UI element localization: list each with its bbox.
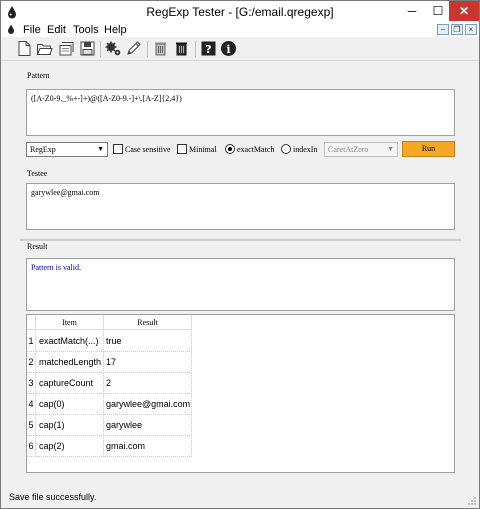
testee-input[interactable]: garywlee@gmai.com (26, 183, 455, 230)
splitter-handle[interactable] (20, 238, 461, 241)
column-header-result[interactable]: Result (104, 315, 192, 330)
case-sensitive-checkbox[interactable] (113, 144, 123, 154)
mdi-close-button[interactable]: × (465, 24, 477, 35)
table-row[interactable]: 2 matchedLength 17 (27, 352, 197, 373)
info-icon[interactable]: i (220, 40, 237, 57)
delete-icon[interactable] (152, 40, 169, 57)
syntax-select-value: RegExp (30, 145, 56, 154)
open-file-icon[interactable] (58, 40, 75, 57)
pattern-input[interactable]: ([A-Z0-9._%+-]+)@([A-Z0-9.-]+\.[A-Z]{2,4… (26, 89, 455, 136)
result-table[interactable]: Item Result 1 exactMatch(...) true 2 mat… (26, 314, 455, 473)
status-bar: Save file successfully. (1, 488, 479, 508)
menu-file[interactable]: File (23, 23, 41, 37)
toolbar: ? i (1, 37, 479, 61)
testee-label: Testee (27, 169, 48, 178)
row-number: 5 (27, 415, 36, 436)
menu-tools[interactable]: Tools (73, 23, 99, 37)
trash-icon[interactable] (173, 40, 190, 57)
result-cell: garywlee@gmai.com (104, 394, 192, 415)
chevron-down-icon: ▼ (97, 145, 104, 153)
maximize-button[interactable]: ☐ (425, 1, 451, 21)
toolbar-separator (147, 41, 148, 57)
chevron-down-icon: ▼ (387, 145, 394, 153)
item-cell: cap(2) (36, 436, 104, 457)
row-number: 3 (27, 373, 36, 394)
testee-text: garywlee@gmai.com (31, 188, 100, 197)
row-number: 1 (27, 331, 36, 352)
item-cell: matchedLength (36, 352, 104, 373)
item-cell: cap(1) (36, 415, 104, 436)
caret-mode-value: CaretAtZero (328, 145, 369, 154)
exact-match-label: exactMatch (237, 145, 275, 154)
new-file-icon[interactable] (16, 40, 33, 57)
help-icon[interactable]: ? (200, 40, 217, 57)
table-row[interactable]: 1 exactMatch(...) true (27, 331, 197, 352)
pattern-label: Pattern (27, 71, 50, 80)
row-number: 6 (27, 436, 36, 457)
menu-help[interactable]: Help (104, 23, 127, 37)
result-message: Pattern is valid. (31, 263, 81, 272)
minimize-button[interactable]: ─ (399, 1, 425, 21)
table-row[interactable]: 5 cap(1) garywlee (27, 415, 197, 436)
resize-grip-icon[interactable] (467, 496, 477, 506)
result-cell: 17 (104, 352, 192, 373)
title-bar[interactable]: RegExp Tester - [G:/email.qregexp] ─ ☐ ✕ (1, 1, 479, 23)
document-drop-icon[interactable] (7, 24, 15, 35)
save-icon[interactable] (79, 40, 96, 57)
edit-pencil-icon[interactable] (125, 40, 142, 57)
table-corner (27, 315, 36, 330)
syntax-select[interactable]: RegExp ▼ (26, 142, 108, 157)
pattern-text: ([A-Z0-9._%+-]+)@([A-Z0-9.-]+\.[A-Z]{2,4… (31, 94, 182, 103)
item-cell: exactMatch(...) (36, 331, 104, 352)
app-window: RegExp Tester - [G:/email.qregexp] ─ ☐ ✕… (0, 0, 480, 509)
column-header-item[interactable]: Item (36, 315, 104, 330)
table-row[interactable]: 4 cap(0) garywlee@gmai.com (27, 394, 197, 415)
item-cell: cap(0) (36, 394, 104, 415)
result-label: Result (27, 242, 48, 251)
result-message-box: Pattern is valid. (26, 258, 455, 311)
svg-text:i: i (226, 43, 230, 56)
item-cell: captureCount (36, 373, 104, 394)
index-in-label: indexIn (293, 145, 318, 154)
mdi-minimize-button[interactable]: – (437, 24, 449, 35)
result-cell: 2 (104, 373, 192, 394)
minimal-checkbox[interactable] (177, 144, 187, 154)
menu-bar: File Edit Tools Help – ❐ × (1, 23, 479, 37)
table-row[interactable]: 3 captureCount 2 (27, 373, 197, 394)
case-sensitive-label: Case sensitive (125, 145, 171, 154)
exact-match-radio[interactable] (225, 144, 235, 154)
settings-icon[interactable] (105, 40, 122, 57)
toolbar-separator (100, 41, 101, 57)
caret-mode-select: CaretAtZero ▼ (324, 142, 398, 157)
row-number: 4 (27, 394, 36, 415)
result-cell: true (104, 331, 192, 352)
index-in-radio[interactable] (281, 144, 291, 154)
table-row[interactable]: 6 cap(2) gmai.com (27, 436, 197, 457)
svg-text:?: ? (205, 43, 211, 56)
result-cell: gmai.com (104, 436, 192, 457)
menu-edit[interactable]: Edit (47, 23, 66, 37)
result-cell: garywlee (104, 415, 192, 436)
open-folder-icon[interactable] (36, 40, 53, 57)
close-button[interactable]: ✕ (449, 1, 479, 21)
toolbar-separator (195, 41, 196, 57)
run-button[interactable]: Run (402, 141, 455, 157)
minimal-label: Minimal (189, 145, 217, 154)
row-number: 2 (27, 352, 36, 373)
status-text: Save file successfully. (9, 492, 97, 502)
mdi-restore-button[interactable]: ❐ (451, 24, 463, 35)
